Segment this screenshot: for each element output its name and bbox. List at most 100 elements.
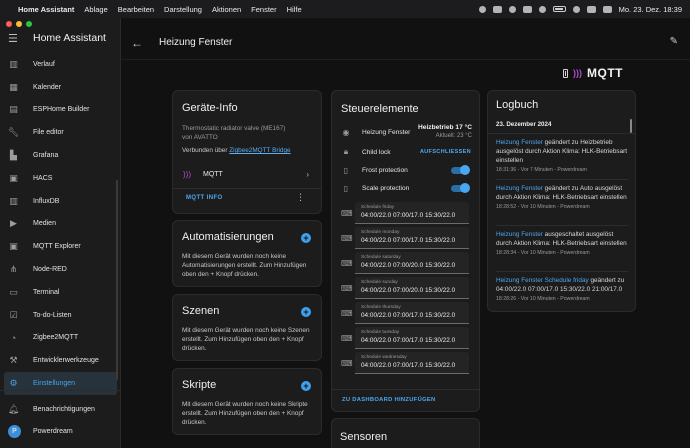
sidebar-item-node-red[interactable]: ⋔ Node-RED (0, 258, 121, 281)
menu-icon[interactable]: ☰ (8, 32, 26, 45)
menu-hilfe[interactable]: Hilfe (287, 5, 302, 14)
menu-aktionen[interactable]: Aktionen (212, 5, 241, 14)
pencil-icon[interactable]: ✎ (670, 36, 678, 47)
back-arrow-icon[interactable]: ← (131, 36, 145, 50)
logbook-entry-meta: 18:28:52 - Vor 10 Minuten - Powerdream (496, 204, 590, 210)
scale-protection-toggle[interactable] (451, 182, 470, 193)
integration-logo: ))) MQTT (563, 66, 623, 80)
sidebar-item-file-editor[interactable]: 🔧︎ File editor (0, 121, 121, 144)
scripts-empty-text: Mit diesem Gerät wurden noch keine Skrip… (182, 401, 308, 426)
logbook-scrollbar[interactable] (630, 119, 632, 133)
add-script-button[interactable]: + (301, 381, 311, 391)
window-controls (6, 21, 32, 27)
sidebar-item-label: Zigbee2MQTT (33, 334, 79, 342)
sidebar-item-esphome[interactable]: ▤ ESPHome Builder (0, 99, 121, 122)
device-via: Verbunden über Zigbee2MQTT Bridge (182, 146, 291, 155)
sidebar-item-todo[interactable]: ☑ To-do-Listen (0, 304, 121, 327)
sidebar-item-kalender[interactable]: ▦ Kalender (0, 76, 121, 99)
schedule-friday-field[interactable]: Schedule friday 04:00/22.0 07:00/17.0 15:… (355, 202, 469, 224)
logbook-entity-link[interactable]: Heizung Fenster (496, 139, 543, 146)
logbook-entry: Heizung Fenster ausgeschaltet ausgelöst … (496, 230, 630, 256)
minimize-window-button[interactable] (16, 21, 22, 27)
climate-row[interactable]: ◉ Heizung Fenster Heizbetrieb 17 °C Aktu… (332, 124, 481, 140)
sidebar-item-user[interactable]: P Powerdream (0, 420, 121, 443)
wifi-icon[interactable] (572, 5, 580, 13)
divider (173, 188, 321, 189)
status-tray-icon[interactable] (522, 5, 532, 13)
sidebar-item-hacs[interactable]: ▣ HACS (0, 167, 121, 190)
menu-app-name[interactable]: Home Assistant (18, 5, 74, 14)
device-info-title: Geräte-Info (182, 102, 238, 114)
integration-row[interactable]: ))) MQTT › (173, 165, 321, 183)
sidebar-item-terminal[interactable]: ▭ Terminal (0, 281, 121, 304)
battery-icon[interactable] (552, 6, 566, 12)
schedule-value: 04:00/22.0 07:00/20.0 15:30/22.0 (361, 262, 456, 269)
divider (496, 179, 628, 180)
hammer-icon: ⚒ (9, 355, 18, 366)
text-field-icon: ⌨ (341, 234, 353, 243)
menu-bearbeiten[interactable]: Bearbeiten (118, 5, 154, 14)
sidebar-item-verlauf[interactable]: ▥ Verlauf (0, 53, 121, 76)
status-display-icon[interactable] (492, 5, 502, 13)
search-icon[interactable] (586, 5, 596, 13)
sidebar-item-entwicklerwerkzeuge[interactable]: ⚒ Entwicklerwerkzeuge (0, 349, 121, 372)
scripts-title: Skripte (182, 379, 217, 391)
scale-protection-row: ▯ Scale protection (332, 180, 481, 196)
logbook-entity-link[interactable]: Heizung Fenster (496, 231, 543, 238)
text-field-icon: ⌨ (341, 359, 353, 368)
schedule-monday-field[interactable]: Schedule monday 04:00/22.0 07:00/17.0 15:… (355, 227, 469, 249)
scripts-card: Skripte + Mit diesem Gerät wurden noch k… (172, 368, 322, 435)
gear-icon: ⚙ (9, 378, 18, 389)
lock-icon: 🔒︎ (343, 147, 349, 156)
schedule-value: 04:00/22.0 07:00/17.0 15:30/22.0 (361, 212, 456, 219)
hacs-icon: ▣ (9, 172, 18, 183)
sidebar-item-einstellungen[interactable]: ⚙ Einstellungen (4, 372, 117, 395)
controls-title: Steuerelemente (341, 103, 419, 115)
zoom-window-button[interactable] (26, 21, 32, 27)
menu-fenster[interactable]: Fenster (251, 5, 276, 14)
switch-icon: ▯ (343, 183, 349, 193)
add-automation-button[interactable]: + (301, 233, 311, 243)
mqtt-info-button[interactable]: MQTT INFO (186, 195, 223, 201)
sidebar-item-mqtt-explorer[interactable]: ▣ MQTT Explorer (0, 235, 121, 258)
schedule-label: Schedule monday (361, 230, 400, 235)
logbook-card: Logbuch 23. Dezember 2024 Heizung Fenste… (487, 90, 636, 312)
schedule-sunday-field[interactable]: Schedule sunday 04:00/22.0 07:00/20.0 15:… (355, 277, 469, 299)
menu-ablage[interactable]: Ablage (84, 5, 107, 14)
schedule-saturday-field[interactable]: Schedule saturday 04:00/22.0 07:00/20.0 1… (355, 252, 469, 274)
chart-icon: ▥ (9, 58, 18, 69)
frost-protection-row: ▯ Frost protection (332, 162, 481, 178)
climate-state: Heizbetrieb 17 °C (418, 124, 472, 131)
sidebar-item-medien[interactable]: ▶ Medien (0, 213, 121, 236)
control-center-icon[interactable] (602, 5, 612, 13)
logbook-entity-link[interactable]: Heizung Fenster (496, 185, 543, 192)
logbook-entity-link[interactable]: Heizung Fenster Schedule friday (496, 277, 589, 284)
status-hearing-icon[interactable] (538, 5, 546, 13)
add-scene-button[interactable]: + (301, 307, 311, 317)
sidebar-scrollbar[interactable] (116, 180, 118, 380)
schedule-label: Schedule saturday (361, 255, 401, 260)
more-options-icon[interactable]: ⋮ (296, 192, 305, 203)
schedule-tuesday-field[interactable]: Schedule tuesday 04:00/22.0 07:00/17.0 15… (355, 327, 469, 349)
add-to-dashboard-button[interactable]: ZU DASHBOARD HINZUFÜGEN (342, 397, 436, 403)
status-sync-icon[interactable] (508, 5, 516, 13)
sidebar-item-grafana[interactable]: ▙ Grafana (0, 144, 121, 167)
status-app-icon[interactable] (478, 5, 486, 13)
influxdb-icon: ▥ (9, 195, 18, 206)
mqtt-logo-text: MQTT (587, 66, 623, 80)
scenes-card: Szenen + Mit diesem Gerät wurden noch ke… (172, 294, 322, 361)
divider (496, 271, 628, 272)
zigbee2mqtt-bridge-link[interactable]: Zigbee2MQTT Bridge (229, 147, 290, 154)
close-window-button[interactable] (6, 21, 12, 27)
unlock-button[interactable]: AUFSCHLIESSEN (420, 149, 471, 155)
schedule-thursday-field[interactable]: Schedule thursday 04:00/22.0 07:00/17.0 1… (355, 302, 469, 324)
sidebar-item-notifications[interactable]: 🔔︎ Benachrichtigungen (0, 398, 121, 421)
schedule-wednesday-field[interactable]: Schedule wednesday 04:00/22.0 07:00/17.0 … (355, 352, 469, 374)
sidebar-item-influxdb[interactable]: ▥ InfluxDB (0, 190, 121, 213)
sidebar-title: Home Assistant (33, 32, 106, 44)
frost-protection-toggle[interactable] (451, 164, 470, 175)
sidebar-item-label: HACS (33, 174, 53, 182)
menu-darstellung[interactable]: Darstellung (164, 5, 202, 14)
sidebar-item-zigbee2mqtt[interactable]: ◔ Zigbee2MQTT (0, 327, 121, 350)
menu-datetime[interactable]: Mo. 23. Dez. 18:39 (619, 5, 682, 14)
